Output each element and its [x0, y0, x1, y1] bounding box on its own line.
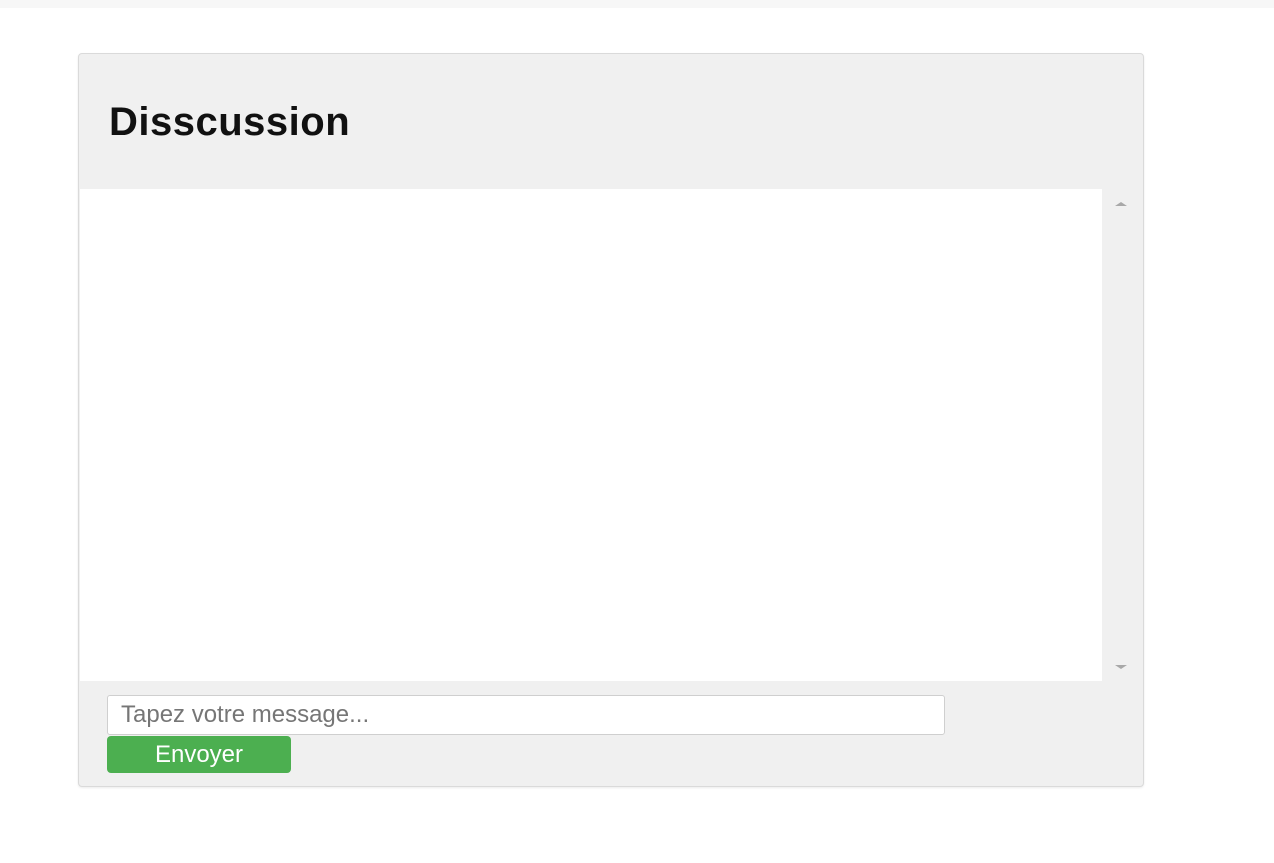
- chat-title: Disscussion: [109, 100, 351, 144]
- top-strip: [0, 0, 1274, 8]
- scroll-up-arrow-icon[interactable]: [1115, 202, 1127, 206]
- message-input[interactable]: [107, 695, 945, 735]
- scroll-down-arrow-icon[interactable]: [1115, 665, 1127, 669]
- messages-area[interactable]: [80, 189, 1143, 681]
- messages-list: [80, 189, 1102, 681]
- page: Disscussion Envoyer: [0, 0, 1274, 863]
- send-button[interactable]: Envoyer: [107, 736, 291, 773]
- chat-panel: Disscussion Envoyer: [78, 53, 1144, 787]
- messages-scrollbar[interactable]: [1102, 189, 1143, 681]
